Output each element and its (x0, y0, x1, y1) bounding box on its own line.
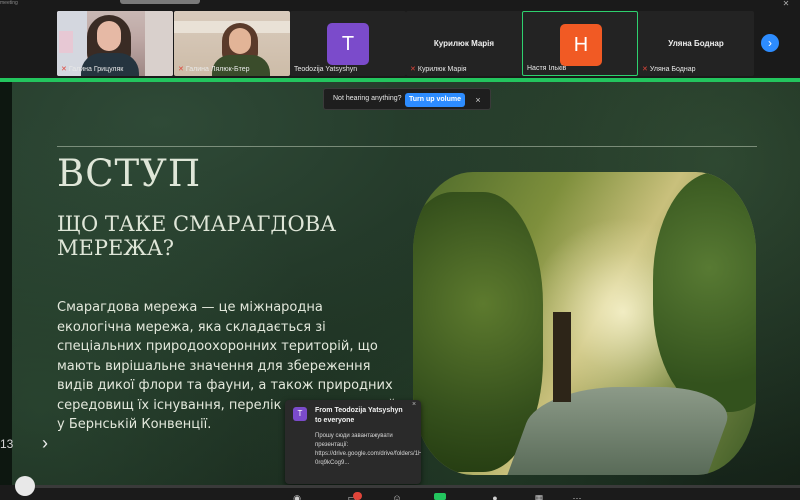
participant-name: Teodozija Yatsyshyn (294, 66, 358, 73)
slide-next-icon[interactable]: › (37, 432, 53, 454)
apps-icon[interactable]: ▦ (532, 494, 546, 500)
participant-display-name: Курилюк Марія (433, 39, 495, 48)
close-icon[interactable]: × (409, 401, 419, 411)
chat-message-popup[interactable]: T From Teodozija Yatsyshyn to everyone ×… (285, 400, 421, 484)
scroll-handle[interactable] (15, 476, 35, 496)
more-icon[interactable]: ⋯ (570, 494, 584, 500)
audio-notification-banner: Not hearing anything? Turn up volume × (323, 88, 491, 110)
participant-name: ✕ Курилюк Марія (410, 66, 467, 73)
forest-road-image (413, 172, 756, 475)
participant-tile[interactable]: ✕ Галина Грицуляк (57, 11, 173, 76)
gallery-next-button[interactable]: › (761, 34, 779, 52)
react-icon[interactable]: ☺ (390, 494, 404, 500)
chat-message-text: Прошу сюди завантажувати презентації: ht… (315, 433, 421, 466)
mic-muted-icon: ✕ (178, 66, 184, 73)
participant-avatar: T (327, 23, 369, 65)
participant-tile[interactable]: Курилюк Марія ✕ Курилюк Марія (406, 11, 522, 76)
participant-name: ✕ Уляна Боднар (642, 66, 696, 73)
slide-title: ВСТУП (57, 152, 202, 195)
chat-sender-line: From Teodozija Yatsyshyn to everyone (315, 407, 403, 424)
record-icon[interactable]: ● (488, 494, 502, 500)
participant-tile[interactable]: Уляна Боднар ✕ Уляна Боднар (638, 11, 754, 76)
mic-muted-icon: ✕ (61, 66, 67, 73)
chevron-right-icon: › (768, 36, 772, 50)
window-title-fragment: meeting (0, 0, 18, 6)
close-icon[interactable]: × (472, 93, 484, 107)
turn-up-volume-button[interactable]: Turn up volume (405, 93, 465, 107)
chat-unread-badge (353, 492, 362, 500)
participant-strip: meeting ✕ ✕ Галина Грицуляк ✕ Галина Лялюк… (0, 0, 800, 78)
participant-name: ✕ Галина Грицуляк (61, 66, 124, 73)
participant-avatar: Н (560, 24, 602, 66)
participant-display-name: Уляна Боднар (668, 39, 724, 48)
mic-muted-icon: ✕ (642, 66, 648, 73)
window-close-icon[interactable]: ✕ (778, 0, 794, 8)
participant-name: Настя Ільків (527, 65, 567, 72)
slide-divider (57, 146, 757, 147)
participant-tile-active-speaker[interactable]: Н Настя Ільків (522, 11, 638, 76)
participant-tile[interactable]: T Teodozija Yatsyshyn (290, 11, 406, 76)
slide-page-number: 13 (0, 437, 14, 451)
slide-subtitle: ЩО ТАКЕ СМАРАГДОВА МЕРЕЖА? (57, 212, 337, 260)
participants-icon[interactable]: ◉ (290, 494, 304, 500)
share-screen-icon[interactable] (434, 493, 446, 500)
share-scrollbar[interactable] (35, 485, 800, 488)
audio-banner-text: Not hearing anything? (333, 95, 402, 102)
participant-tile[interactable]: ✕ Галина Лялюк-Бтер (174, 11, 290, 76)
notification-fragment (120, 0, 200, 4)
meeting-window: meeting ✕ ✕ Галина Грицуляк ✕ Галина Лялюк… (0, 0, 800, 500)
chat-sender-avatar: T (293, 407, 307, 421)
participant-name: ✕ Галина Лялюк-Бтер (178, 66, 250, 73)
mic-muted-icon: ✕ (410, 66, 416, 73)
